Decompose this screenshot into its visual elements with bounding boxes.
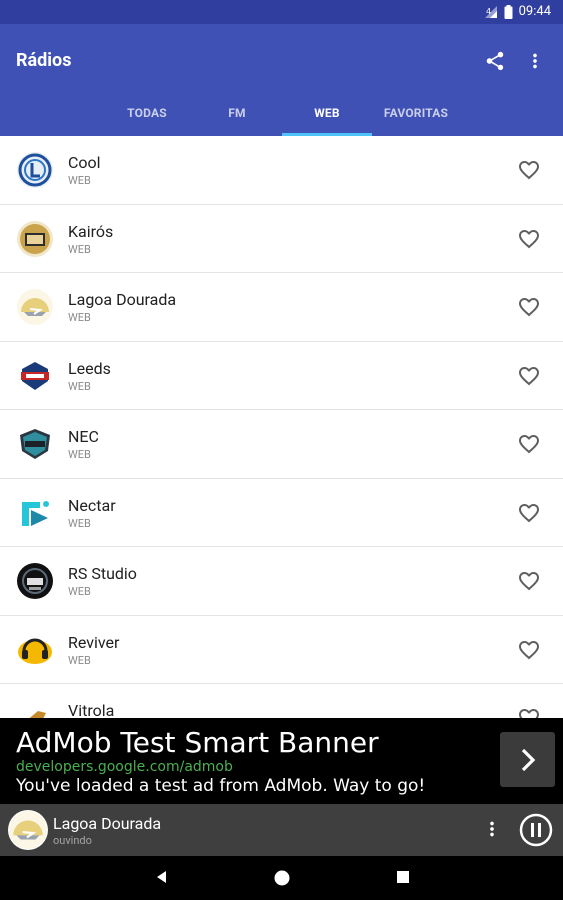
battery-icon bbox=[504, 4, 513, 19]
station-logo-kairos bbox=[16, 220, 54, 258]
now-playing-status: ouvindo bbox=[53, 834, 92, 847]
share-button[interactable] bbox=[484, 50, 506, 76]
nav-recents-button[interactable] bbox=[394, 868, 412, 890]
station-row[interactable]: Lagoa Dourada WEB bbox=[0, 273, 563, 342]
station-row[interactable]: NEC WEB bbox=[0, 410, 563, 479]
station-row[interactable]: Vitrola WEB bbox=[0, 684, 563, 718]
tab-todas[interactable]: TODAS bbox=[102, 90, 192, 136]
station-logo-leeds bbox=[16, 357, 54, 395]
station-name: Leeds bbox=[68, 358, 111, 378]
favorite-heart-icon[interactable] bbox=[517, 501, 541, 525]
station-type: WEB bbox=[68, 242, 91, 256]
station-logo-nectar bbox=[16, 494, 54, 532]
ad-banner[interactable]: AdMob Test Smart Banner developers.googl… bbox=[0, 718, 563, 804]
nav-home-button[interactable] bbox=[272, 868, 292, 892]
favorite-heart-icon[interactable] bbox=[517, 569, 541, 593]
signal-icon: 4 bbox=[484, 5, 498, 19]
player-menu-button[interactable] bbox=[481, 818, 503, 844]
overflow-menu-button[interactable] bbox=[524, 50, 546, 76]
station-name: Nectar bbox=[68, 495, 116, 515]
chevron-right-icon bbox=[521, 748, 535, 771]
station-logo-vitrola bbox=[16, 699, 54, 718]
favorite-heart-icon[interactable] bbox=[517, 364, 541, 388]
station-row[interactable]: Reviver WEB bbox=[0, 616, 563, 684]
pause-icon bbox=[519, 813, 553, 847]
station-type: WEB bbox=[68, 311, 91, 324]
now-playing-station: Lagoa Dourada bbox=[53, 814, 162, 833]
station-list: Cool WEB Kairós WEB Lagoa Dourada WEB Le… bbox=[0, 136, 563, 718]
system-nav-bar bbox=[0, 856, 563, 900]
ad-open-button[interactable] bbox=[500, 732, 555, 787]
station-name: RS Studio bbox=[68, 564, 137, 583]
station-logo-cool bbox=[16, 151, 54, 189]
svg-text:4: 4 bbox=[486, 7, 491, 16]
station-name: Reviver bbox=[68, 632, 120, 652]
station-logo-rs-studio bbox=[16, 562, 54, 600]
favorite-heart-icon[interactable] bbox=[517, 295, 541, 319]
ad-headline: AdMob Test Smart Banner bbox=[16, 726, 379, 759]
station-name: Vitrola bbox=[68, 701, 115, 718]
tab-web[interactable]: WEB bbox=[282, 90, 372, 136]
station-name: Kairós bbox=[68, 221, 114, 241]
station-row[interactable]: Leeds WEB bbox=[0, 342, 563, 410]
status-bar: 4 09:44 bbox=[0, 0, 563, 24]
station-row[interactable]: RS Studio WEB bbox=[0, 547, 563, 616]
favorite-heart-icon[interactable] bbox=[517, 638, 541, 662]
station-name: Cool bbox=[68, 153, 101, 172]
station-logo-reviver bbox=[16, 631, 54, 669]
favorite-heart-icon[interactable] bbox=[517, 158, 541, 182]
station-type: WEB bbox=[68, 585, 91, 598]
tab-favoritas[interactable]: FAVORITAS bbox=[372, 90, 460, 136]
station-type: WEB bbox=[68, 174, 91, 187]
recents-square-icon bbox=[397, 871, 409, 883]
tab-fm[interactable]: FM bbox=[192, 90, 282, 136]
app-bar: Rádios TODAS FM WEB FAVORITAS bbox=[0, 24, 563, 136]
station-logo-lagoa-dourada bbox=[16, 288, 54, 326]
ad-description: You've loaded a test ad from AdMob. Way … bbox=[16, 776, 426, 796]
station-type: WEB bbox=[68, 653, 91, 667]
page-title: Rádios bbox=[16, 50, 72, 71]
favorite-heart-icon[interactable] bbox=[517, 432, 541, 456]
tab-bar: TODAS FM WEB FAVORITAS bbox=[0, 90, 563, 136]
status-time: 09:44 bbox=[518, 4, 551, 19]
back-triangle-icon bbox=[157, 871, 166, 883]
station-type: WEB bbox=[68, 448, 91, 461]
station-name: Lagoa Dourada bbox=[68, 290, 177, 309]
more-vert-icon bbox=[490, 821, 494, 837]
station-type: WEB bbox=[68, 516, 91, 530]
station-row[interactable]: Kairós WEB bbox=[0, 205, 563, 273]
now-playing-bar[interactable]: Lagoa Dourada ouvindo bbox=[0, 804, 563, 856]
station-row[interactable]: Nectar WEB bbox=[0, 479, 563, 547]
ad-url: developers.google.com/admob bbox=[16, 759, 233, 775]
favorite-heart-icon[interactable] bbox=[517, 706, 541, 718]
more-vert-icon bbox=[533, 53, 537, 69]
share-icon bbox=[486, 51, 504, 71]
station-logo-nec bbox=[16, 425, 54, 463]
station-row[interactable]: Cool WEB bbox=[0, 136, 563, 205]
station-name: NEC bbox=[68, 427, 99, 446]
now-playing-logo bbox=[8, 810, 48, 850]
nav-back-button[interactable] bbox=[153, 868, 171, 890]
station-type: WEB bbox=[68, 379, 91, 393]
home-circle-icon bbox=[274, 870, 290, 886]
favorite-heart-icon[interactable] bbox=[517, 227, 541, 251]
pause-button[interactable] bbox=[519, 813, 553, 851]
